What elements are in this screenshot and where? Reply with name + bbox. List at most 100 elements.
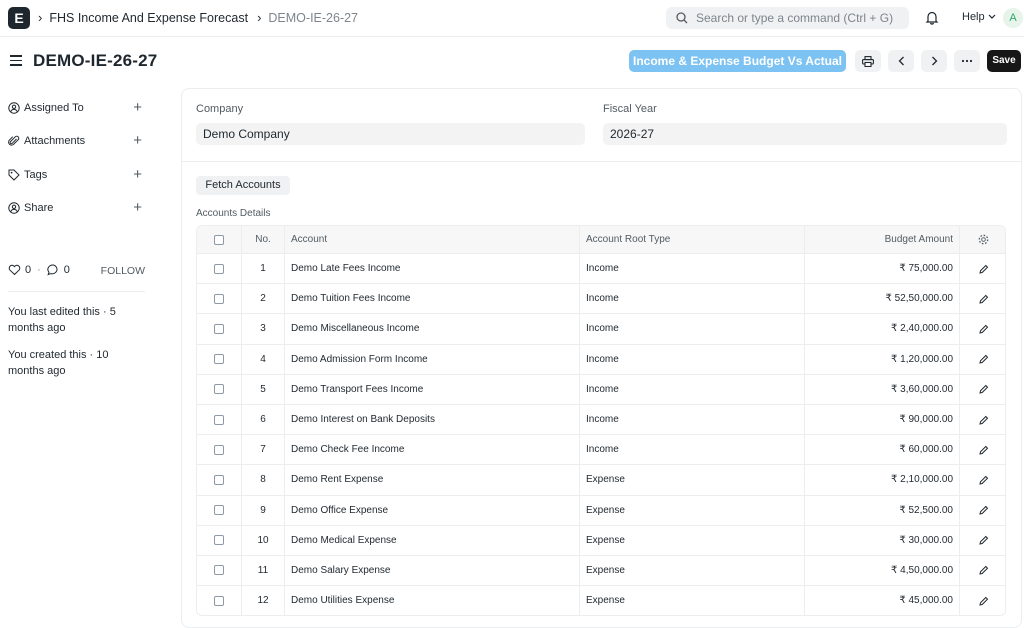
row-budget-amount[interactable]: ₹ 75,000.00 bbox=[804, 254, 959, 284]
row-checkbox[interactable] bbox=[214, 565, 224, 576]
row-checkbox[interactable] bbox=[214, 323, 224, 334]
heart-icon[interactable] bbox=[8, 264, 21, 276]
row-account[interactable]: Demo Medical Expense bbox=[284, 525, 579, 555]
row-checkbox[interactable] bbox=[214, 535, 224, 546]
row-checkbox[interactable] bbox=[214, 384, 224, 395]
row-checkbox[interactable] bbox=[214, 414, 224, 425]
row-budget-amount[interactable]: ₹ 60,000.00 bbox=[804, 435, 959, 465]
row-account[interactable]: Demo Transport Fees Income bbox=[284, 374, 579, 404]
row-account[interactable]: Demo Miscellaneous Income bbox=[284, 314, 579, 344]
row-budget-amount[interactable]: ₹ 52,500.00 bbox=[804, 495, 959, 525]
more-actions-button[interactable] bbox=[954, 50, 980, 72]
notification-bell-icon[interactable] bbox=[925, 10, 939, 25]
comment-icon[interactable] bbox=[47, 264, 60, 276]
add-tag-icon[interactable]: + bbox=[133, 166, 142, 183]
row-checkbox[interactable] bbox=[214, 354, 224, 365]
breadcrumb-current[interactable]: DEMO-IE-26-27 bbox=[268, 11, 358, 25]
row-account[interactable]: Demo Admission Form Income bbox=[284, 344, 579, 374]
row-checkbox[interactable] bbox=[214, 293, 224, 304]
table-row[interactable]: 4 Demo Admission Form Income Income ₹ 1,20,… bbox=[197, 343, 1005, 374]
row-budget-amount[interactable]: ₹ 30,000.00 bbox=[804, 525, 959, 555]
follow-button[interactable]: FOLLOW bbox=[101, 265, 145, 277]
breadcrumb-doctype[interactable]: FHS Income And Expense Forecast bbox=[49, 11, 248, 25]
row-checkbox[interactable] bbox=[214, 595, 224, 606]
search-bar[interactable] bbox=[666, 7, 909, 29]
table-row[interactable]: 5 Demo Transport Fees Income Income ₹ 3,60,… bbox=[197, 373, 1005, 404]
table-row[interactable]: 12 Demo Utilities Expense Expense ₹ 45,000.… bbox=[197, 585, 1005, 616]
edit-pencil-icon[interactable] bbox=[978, 415, 989, 425]
table-row[interactable]: 6 Demo Interest on Bank Deposits Income ₹ 9… bbox=[197, 403, 1005, 435]
add-attachment-icon[interactable]: + bbox=[133, 132, 142, 149]
edit-pencil-icon[interactable] bbox=[978, 324, 989, 334]
row-account[interactable]: Demo Office Expense bbox=[284, 495, 579, 525]
row-root-type[interactable]: Expense bbox=[579, 586, 804, 616]
help-dropdown[interactable]: Help bbox=[962, 11, 996, 23]
row-account[interactable]: Demo Salary Expense bbox=[284, 555, 579, 586]
edit-pencil-icon[interactable] bbox=[978, 505, 989, 515]
search-input[interactable] bbox=[696, 11, 896, 25]
edit-pencil-icon[interactable] bbox=[978, 294, 989, 304]
table-row[interactable]: 3 Demo Miscellaneous Income Income ₹ 2,40,0… bbox=[197, 313, 1005, 344]
sidebar-toggle-icon[interactable] bbox=[10, 55, 22, 69]
row-account[interactable]: Demo Interest on Bank Deposits bbox=[284, 404, 579, 435]
row-root-type[interactable]: Income bbox=[579, 314, 804, 344]
row-account[interactable]: Demo Late Fees Income bbox=[284, 254, 579, 284]
row-checkbox[interactable] bbox=[214, 505, 224, 516]
row-root-type[interactable]: Income bbox=[579, 374, 804, 404]
row-root-type[interactable]: Expense bbox=[579, 465, 804, 495]
sidebar-item-assigned-to[interactable]: Assigned To + bbox=[8, 99, 142, 116]
row-root-type[interactable]: Income bbox=[579, 254, 804, 284]
table-row[interactable]: 1 Demo Late Fees Income Income ₹ 75,000.00 bbox=[197, 253, 1005, 284]
edit-pencil-icon[interactable] bbox=[978, 445, 989, 455]
row-root-type[interactable]: Expense bbox=[579, 555, 804, 586]
row-root-type[interactable]: Expense bbox=[579, 495, 804, 525]
edit-pencil-icon[interactable] bbox=[978, 565, 989, 576]
row-account[interactable]: Demo Utilities Expense bbox=[284, 586, 579, 616]
sidebar-item-share[interactable]: Share + bbox=[8, 199, 142, 216]
company-field[interactable]: Demo Company bbox=[196, 123, 585, 145]
row-budget-amount[interactable]: ₹ 3,60,000.00 bbox=[804, 374, 959, 404]
row-root-type[interactable]: Expense bbox=[579, 525, 804, 555]
row-budget-amount[interactable]: ₹ 2,40,000.00 bbox=[804, 314, 959, 344]
edit-pencil-icon[interactable] bbox=[978, 354, 989, 364]
edit-pencil-icon[interactable] bbox=[978, 475, 989, 485]
next-button[interactable] bbox=[921, 50, 947, 72]
row-account[interactable]: Demo Check Fee Income bbox=[284, 435, 579, 465]
previous-button[interactable] bbox=[888, 50, 914, 72]
fiscal-year-field[interactable]: 2026-27 bbox=[603, 123, 1007, 145]
sidebar-item-attachments[interactable]: Attachments + bbox=[8, 132, 142, 149]
row-root-type[interactable]: Income bbox=[579, 344, 804, 374]
budget-vs-actual-button[interactable]: Income & Expense Budget Vs Actual bbox=[629, 50, 846, 72]
table-row[interactable]: 10 Demo Medical Expense Expense ₹ 30,000.00 bbox=[197, 524, 1005, 555]
table-row[interactable]: 9 Demo Office Expense Expense ₹ 52,500.00 bbox=[197, 494, 1005, 525]
row-budget-amount[interactable]: ₹ 2,10,000.00 bbox=[804, 465, 959, 495]
row-budget-amount[interactable]: ₹ 45,000.00 bbox=[804, 586, 959, 616]
select-all-checkbox[interactable] bbox=[214, 234, 224, 245]
app-logo[interactable]: E bbox=[8, 7, 30, 29]
fetch-accounts-button[interactable]: Fetch Accounts bbox=[196, 176, 290, 195]
sidebar-item-tags[interactable]: Tags + bbox=[8, 166, 142, 183]
avatar[interactable]: A bbox=[1003, 8, 1023, 28]
row-account[interactable]: Demo Tuition Fees Income bbox=[284, 284, 579, 314]
row-checkbox[interactable] bbox=[214, 263, 224, 274]
row-root-type[interactable]: Income bbox=[579, 404, 804, 435]
row-account[interactable]: Demo Rent Expense bbox=[284, 465, 579, 495]
table-row[interactable]: 8 Demo Rent Expense Expense ₹ 2,10,000.00 bbox=[197, 464, 1005, 495]
row-budget-amount[interactable]: ₹ 90,000.00 bbox=[804, 404, 959, 435]
row-budget-amount[interactable]: ₹ 4,50,000.00 bbox=[804, 555, 959, 586]
row-root-type[interactable]: Income bbox=[579, 435, 804, 465]
settings-gear-icon[interactable] bbox=[978, 234, 989, 245]
row-budget-amount[interactable]: ₹ 1,20,000.00 bbox=[804, 344, 959, 374]
edit-pencil-icon[interactable] bbox=[978, 596, 989, 606]
row-budget-amount[interactable]: ₹ 52,50,000.00 bbox=[804, 284, 959, 314]
row-root-type[interactable]: Income bbox=[579, 284, 804, 314]
save-button[interactable]: Save bbox=[987, 50, 1021, 72]
add-share-icon[interactable]: + bbox=[133, 199, 142, 216]
edit-pencil-icon[interactable] bbox=[978, 264, 989, 274]
print-button[interactable] bbox=[855, 50, 881, 72]
table-row[interactable]: 11 Demo Salary Expense Expense ₹ 4,50,000.0… bbox=[197, 554, 1005, 586]
edit-pencil-icon[interactable] bbox=[978, 384, 989, 395]
table-row[interactable]: 2 Demo Tuition Fees Income Income ₹ 52,50,0… bbox=[197, 283, 1005, 314]
edit-pencil-icon[interactable] bbox=[978, 535, 989, 545]
add-assignee-icon[interactable]: + bbox=[133, 99, 142, 116]
